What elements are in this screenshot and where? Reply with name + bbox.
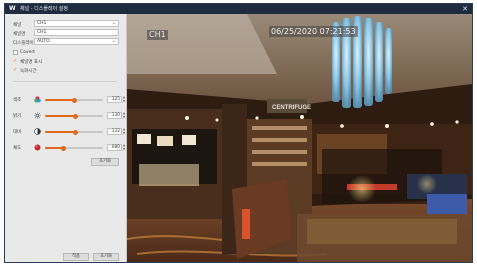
show-channel-name-checkbox[interactable]: ✓: [13, 59, 18, 64]
chevron-down-icon: ⌄: [111, 20, 116, 26]
contrast-stepper[interactable]: ▲ ▼: [122, 127, 126, 135]
show-channel-name-label: 채널명 표시: [20, 60, 43, 65]
timestamp-overlay: 06/25/2020 07:21:53: [269, 26, 358, 37]
stepper-down-icon[interactable]: ▼: [123, 147, 125, 151]
chevron-down-icon: ⌄: [111, 38, 116, 44]
contrast-value-input[interactable]: 132: [107, 128, 122, 135]
close-icon[interactable]: ✕: [462, 4, 468, 14]
contrast-icon: [34, 128, 41, 135]
brightness-value-input[interactable]: 130: [107, 112, 122, 119]
apply-button[interactable]: 적용: [63, 253, 89, 261]
checkmark-icon: ✓: [13, 67, 18, 73]
brightness-label: 밝기: [13, 114, 22, 119]
display-settings-window: W 채널 - 디스플레이 설정 ✕ 채널 CH1 ⌄ 채널명 CH1 디스플레이…: [4, 3, 473, 263]
display-mode-select[interactable]: AUTO ⌄: [34, 38, 119, 45]
saturation-slider[interactable]: [45, 145, 103, 151]
contrast-slider-fill: [45, 131, 76, 133]
contrast-slider-handle[interactable]: [73, 129, 79, 135]
stepper-down-icon[interactable]: ▼: [123, 131, 125, 135]
show-time-label: 녹화시간: [20, 69, 37, 74]
hue-icon: [34, 96, 41, 103]
stepper-down-icon[interactable]: ▼: [123, 115, 125, 119]
checkmark-icon: ✓: [13, 58, 18, 64]
covert-checkbox[interactable]: [13, 50, 18, 55]
channel-overlay: CH1: [147, 30, 168, 40]
display-mode-label: 디스플레이: [13, 41, 34, 46]
saturation-stepper[interactable]: ▲ ▼: [122, 143, 126, 151]
channel-name-value: CH1: [37, 30, 47, 35]
hue-label: 색조: [13, 98, 22, 103]
cancel-button[interactable]: 초기화: [93, 253, 119, 261]
hue-stepper[interactable]: ▲ ▼: [122, 95, 126, 103]
reset-button[interactable]: 초기화: [91, 158, 119, 166]
channel-select[interactable]: CH1 ⌄: [34, 20, 119, 27]
brightness-slider-fill: [45, 115, 76, 117]
channel-label: 채널: [13, 23, 22, 28]
contrast-label: 대비: [13, 130, 22, 135]
contrast-slider[interactable]: [45, 129, 103, 135]
divider: [13, 81, 117, 82]
brightness-slider-handle[interactable]: [72, 113, 78, 119]
channel-name-input[interactable]: CH1: [34, 29, 119, 36]
hue-value-input[interactable]: 125: [107, 96, 122, 103]
stepper-down-icon[interactable]: ▼: [123, 99, 125, 103]
app-logo-icon: W: [9, 5, 16, 12]
covert-label: Covert: [20, 50, 35, 55]
hue-slider-handle[interactable]: [71, 97, 77, 103]
hue-slider[interactable]: [45, 97, 103, 103]
channel-select-value: CH1: [37, 21, 47, 26]
settings-panel: 채널 CH1 ⌄ 채널명 CH1 디스플레이 AUTO ⌄ Covert ✓ 채…: [5, 14, 127, 262]
channel-name-label: 채널명: [13, 32, 26, 37]
brightness-icon: [34, 112, 41, 119]
saturation-slider-handle[interactable]: [61, 145, 67, 151]
saturation-label: 채도: [13, 146, 22, 151]
title-bar: W 채널 - 디스플레이 설정 ✕: [5, 4, 472, 14]
window-title: 채널 - 디스플레이 설정: [20, 6, 68, 12]
saturation-value-input[interactable]: 080: [107, 144, 122, 151]
hue-slider-fill: [45, 99, 74, 101]
brightness-stepper[interactable]: ▲ ▼: [122, 111, 126, 119]
saturation-icon: [34, 144, 41, 151]
camera-video-view[interactable]: CENTRIFUGE CH1 06/25/2020 07:21:53: [127, 14, 472, 262]
display-mode-value: AUTO: [37, 39, 50, 44]
brightness-slider[interactable]: [45, 113, 103, 119]
show-time-checkbox[interactable]: ✓: [13, 68, 18, 73]
centrifuge-sign-text: CENTRIFUGE: [272, 105, 311, 111]
camera-scene-image: CENTRIFUGE: [127, 14, 472, 262]
